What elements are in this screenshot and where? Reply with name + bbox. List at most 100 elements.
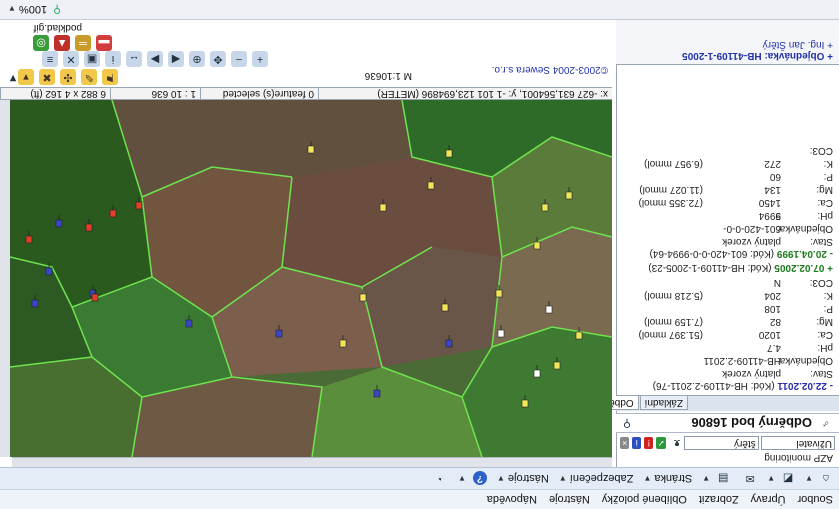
legend-icon[interactable]: ▬ xyxy=(96,35,112,51)
layers-icon[interactable]: ≡ xyxy=(42,51,58,67)
zoom-in-icon[interactable]: + xyxy=(252,51,268,67)
info-icon[interactable]: i xyxy=(632,437,642,449)
sample-point-marker[interactable] xyxy=(495,289,503,298)
sample-point-marker[interactable] xyxy=(339,339,347,348)
area-icon[interactable]: ▲ xyxy=(54,35,70,51)
sample-point-marker[interactable] xyxy=(441,303,449,312)
mail-button[interactable]: ✉ xyxy=(740,472,757,486)
security-menu-button[interactable]: Zabezpečení ▼ xyxy=(559,473,634,485)
sample-point-marker[interactable] xyxy=(521,399,529,408)
sample-point-marker[interactable] xyxy=(55,219,63,228)
delete-icon[interactable]: ✖ xyxy=(39,69,55,85)
sample-date[interactable]: - 22.02.2011 (Kód: HB-41109-2.2011-76) xyxy=(616,380,833,391)
pin-icon[interactable]: ⚲ xyxy=(620,416,634,430)
panel-header: AZP monitoring xyxy=(764,452,833,463)
map-scrollbar-horizontal[interactable] xyxy=(12,457,612,467)
sample-point-marker[interactable] xyxy=(445,339,453,348)
user-field[interactable]: Uživatel xyxy=(760,436,835,450)
sample-point-marker[interactable] xyxy=(85,223,93,232)
ok-icon[interactable]: ✓ xyxy=(656,437,666,449)
sample-point-marker[interactable] xyxy=(533,369,541,378)
research-button[interactable]: ◔ xyxy=(431,472,448,486)
edit-icon[interactable]: ✎ xyxy=(81,69,97,85)
sample-point-marker[interactable] xyxy=(359,293,367,302)
sample-point-marker[interactable] xyxy=(91,293,99,302)
sample-point-marker[interactable] xyxy=(379,203,387,212)
zoom-out-icon[interactable]: − xyxy=(231,51,247,67)
tab-basic[interactable]: Základní xyxy=(639,396,688,410)
zoom-next-icon[interactable]: ▶ xyxy=(147,51,163,67)
sample-point-marker[interactable] xyxy=(25,235,33,244)
pan-icon[interactable]: ✥ xyxy=(210,51,226,67)
menu-help[interactable]: Nápověda xyxy=(487,494,537,506)
tools-menu-button[interactable]: Nástroje ▼ xyxy=(497,473,549,485)
owner-link[interactable]: + Ing. Jan Štěrý xyxy=(622,39,833,50)
menu-file[interactable]: Soubor xyxy=(798,494,833,506)
sample-point-marker[interactable] xyxy=(109,209,117,218)
sample-date[interactable]: - 20.04.1999 (Kód: 601-420-0-0-9994-64) xyxy=(616,248,833,259)
clear-icon[interactable]: ✕ xyxy=(63,51,79,67)
menu-edit[interactable]: Úpravy xyxy=(751,494,786,506)
help-button[interactable]: ? ▼ xyxy=(458,471,487,486)
stop-icon[interactable]: ! xyxy=(644,437,654,449)
print-button[interactable]: ▤ ▼ xyxy=(702,472,730,486)
menu-view[interactable]: Zobrazit xyxy=(699,494,739,506)
binoculars-icon[interactable]: ᴥ xyxy=(672,436,683,450)
page-menu-button[interactable]: Stránka ▼ xyxy=(643,473,692,485)
row-unit xyxy=(623,276,703,289)
sample-date[interactable]: + 07.02.2005 (Kód: HB-41109-1-2005-23) xyxy=(616,262,833,273)
identify-icon[interactable]: i xyxy=(105,51,121,67)
sample-date-label: - 22.02.2011 xyxy=(777,380,833,391)
move-icon[interactable]: ✣ xyxy=(60,69,76,85)
overview-icon[interactable]: ◎ xyxy=(33,35,49,51)
menu-favorites[interactable]: Oblíbené položky xyxy=(602,494,687,506)
sample-point-marker[interactable] xyxy=(185,319,193,328)
sample-point-marker[interactable] xyxy=(45,267,53,276)
point-icon[interactable]: ⚑ xyxy=(102,69,118,85)
map-scrollbar-vertical[interactable] xyxy=(0,100,10,457)
sample-point-marker[interactable] xyxy=(575,331,583,340)
zoom-window-icon[interactable]: ⊕ xyxy=(189,51,205,67)
sample-point-marker[interactable] xyxy=(31,299,39,308)
row-key: Objednávka: xyxy=(776,355,833,366)
orthophoto-map[interactable] xyxy=(10,100,612,457)
sample-point-marker[interactable] xyxy=(135,201,143,210)
sample-point-marker[interactable] xyxy=(275,329,283,338)
sample-point-marker[interactable] xyxy=(541,203,549,212)
select-icon[interactable]: ▣ xyxy=(84,51,100,67)
row-value: 1020 xyxy=(758,329,781,340)
save-icon[interactable]: ▾ xyxy=(18,69,34,85)
expand-icon[interactable]: ▼ xyxy=(6,71,20,85)
row-value: 108 xyxy=(764,303,781,314)
map-extent: 6 882 x 4 162 (ft) xyxy=(0,88,110,99)
sample-point-marker[interactable] xyxy=(445,149,453,158)
row-value: 60 xyxy=(769,171,781,182)
sample-point-marker[interactable] xyxy=(307,145,315,154)
zoom-control[interactable]: ⚲ 100% ▼ xyxy=(8,2,64,16)
sample-point-marker[interactable] xyxy=(373,389,381,398)
order-link[interactable]: + Objednávka: HB-41109-1-2005 xyxy=(622,50,833,61)
close-icon[interactable]: × xyxy=(619,437,630,449)
chevron-down-icon: ▼ xyxy=(496,474,505,483)
sample-point-marker[interactable] xyxy=(553,361,561,370)
home-button[interactable]: ⌂ ▼ xyxy=(805,472,833,486)
tool-row-3: ⚑ ✎ ✣ ✖ ▾ xyxy=(13,69,118,85)
map-scale: 1 : 10 636 xyxy=(110,88,200,99)
row-value: platný vzorek xyxy=(722,236,781,247)
sample-code: (Kód: 601-420-0-0-9994-64) xyxy=(649,248,775,259)
map-canvas[interactable] xyxy=(10,100,612,457)
sample-point-marker[interactable] xyxy=(565,191,573,200)
feeds-button[interactable]: ◩ ▼ xyxy=(767,472,795,486)
ruler-icon[interactable]: ═ xyxy=(75,35,91,51)
sample-point-marker[interactable] xyxy=(545,305,553,314)
row-key: Stav: xyxy=(810,368,833,379)
detail-panel: AZP monitoring Uživatel štěrý ᴥ ✓ ! i × … xyxy=(595,20,839,467)
measure-icon[interactable]: ↔ xyxy=(126,51,142,67)
chevron-down-icon: ▼ xyxy=(558,474,567,483)
menu-tools[interactable]: Nástroje xyxy=(549,494,590,506)
zoom-prev-icon[interactable]: ◀ xyxy=(168,51,184,67)
sample-point-marker[interactable] xyxy=(533,241,541,250)
sample-point-marker[interactable] xyxy=(497,329,505,338)
name-field[interactable]: štěrý xyxy=(684,436,759,450)
sample-point-marker[interactable] xyxy=(427,181,435,190)
